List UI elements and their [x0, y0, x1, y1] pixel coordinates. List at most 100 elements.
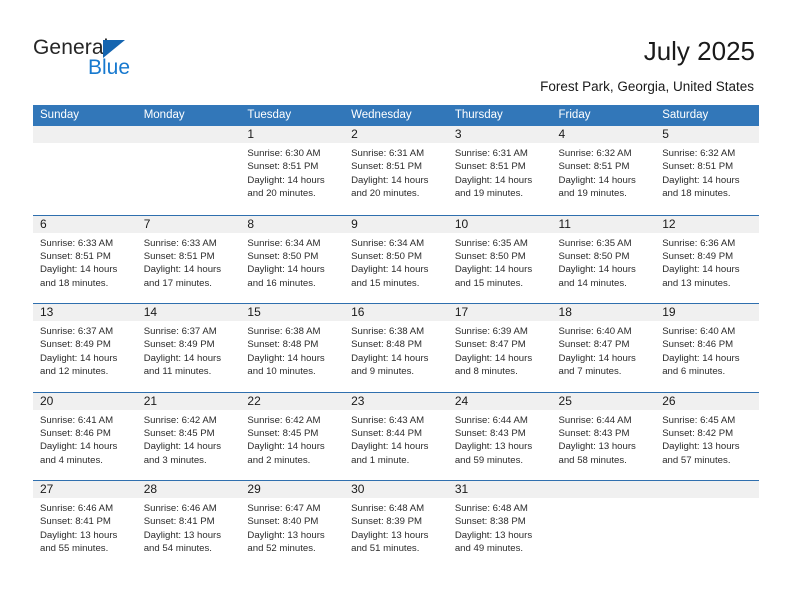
calendar-day-cell[interactable]: 27 Sunrise: 6:46 AM Sunset: 8:41 PM Dayligh… [33, 481, 137, 569]
calendar-day-cell-empty [551, 481, 656, 569]
day-number: 15 [240, 304, 345, 321]
calendar-day-cell[interactable]: 7 Sunrise: 6:33 AM Sunset: 8:51 PM Daylight… [136, 215, 241, 304]
calendar-day-cell[interactable]: 4 Sunrise: 6:32 AM Sunset: 8:51 PM Daylight… [551, 126, 656, 215]
calendar-day-cell[interactable]: 25 Sunrise: 6:44 AM Sunset: 8:43 PM Dayligh… [551, 392, 656, 481]
daylight-text-line1: Daylight: 13 hours [247, 529, 325, 541]
day-number: 28 [136, 481, 241, 498]
calendar-day-cell[interactable]: 31 Sunrise: 6:48 AM Sunset: 8:38 PM Dayligh… [447, 481, 552, 569]
sunrise-text: Sunrise: 6:35 AM [558, 237, 632, 249]
sunset-text: Sunset: 8:51 PM [143, 250, 215, 262]
sunrise-text: Sunrise: 6:31 AM [351, 148, 425, 159]
daylight-text-line2: and 57 minutes. [662, 454, 731, 466]
calendar-day-cell[interactable]: 6 Sunrise: 6:33 AM Sunset: 8:51 PM Daylight… [33, 215, 137, 304]
sunrise-text: Sunrise: 6:37 AM [40, 326, 114, 337]
day-number: 10 [447, 215, 552, 233]
calendar-day-cell[interactable]: 29 Sunrise: 6:47 AM Sunset: 8:40 PM Dayligh… [240, 481, 345, 569]
day-number [655, 481, 759, 498]
calendar-day-cell[interactable]: 22 Sunrise: 6:42 AM Sunset: 8:45 PM Dayligh… [240, 392, 345, 481]
calendar-day-cell[interactable]: 9 Sunrise: 6:34 AM Sunset: 8:50 PM Daylight… [344, 215, 448, 304]
weekday-header-tuesday: Tuesday [247, 109, 292, 121]
sunset-text: Sunset: 8:51 PM [558, 161, 630, 173]
sunset-text: Sunset: 8:40 PM [247, 516, 319, 528]
day-number: 1 [240, 126, 345, 143]
calendar-day-cell[interactable]: 24 Sunrise: 6:44 AM Sunset: 8:43 PM Dayligh… [447, 392, 552, 481]
calendar-day-cell[interactable]: 21 Sunrise: 6:42 AM Sunset: 8:45 PM Dayligh… [136, 392, 241, 481]
daylight-text-line1: Daylight: 14 hours [351, 174, 429, 186]
calendar-grid: Sunday Monday Tuesday Wednesday Thursday… [33, 105, 759, 569]
daylight-text-line1: Daylight: 14 hours [351, 264, 429, 276]
day-number: 24 [447, 392, 552, 410]
calendar-day-cell[interactable]: 11 Sunrise: 6:35 AM Sunset: 8:50 PM Dayligh… [551, 215, 656, 304]
daylight-text-line1: Daylight: 14 hours [662, 352, 740, 364]
daylight-text-line2: and 6 minutes. [662, 366, 726, 378]
sunrise-text: Sunrise: 6:39 AM [454, 326, 528, 337]
calendar-week-row: 1 Sunrise: 6:30 AM Sunset: 8:51 PM Daylight… [33, 126, 759, 215]
day-details: Sunrise: 6:32 AM Sunset: 8:51 PM Daylight:… [552, 143, 656, 201]
weekday-header-monday: Monday [143, 109, 185, 121]
sunset-text: Sunset: 8:50 PM [558, 250, 630, 262]
day-number: 20 [33, 392, 137, 410]
general-blue-logo[interactable]: General Blue [33, 36, 233, 86]
daylight-text-line1: Daylight: 13 hours [454, 441, 533, 453]
sunset-text: Sunset: 8:41 PM [143, 516, 215, 528]
calendar-day-cell[interactable]: 19 Sunrise: 6:40 AM Sunset: 8:46 PM Dayligh… [655, 304, 759, 392]
calendar-day-cell[interactable]: 10 Sunrise: 6:35 AM Sunset: 8:50 PM Dayligh… [447, 215, 552, 304]
daylight-text-line1: Daylight: 14 hours [247, 441, 325, 453]
daylight-text-line1: Daylight: 14 hours [454, 174, 533, 186]
daylight-text-line2: and 20 minutes. [351, 188, 420, 200]
day-number: 27 [33, 481, 137, 498]
daylight-text-line1: Daylight: 13 hours [662, 441, 740, 453]
sunset-text: Sunset: 8:51 PM [40, 250, 111, 262]
calendar-day-cell[interactable]: 5 Sunrise: 6:32 AM Sunset: 8:51 PM Daylight… [655, 126, 759, 215]
sunrise-text: Sunrise: 6:40 AM [558, 326, 632, 337]
sunrise-text: Sunrise: 6:41 AM [40, 414, 114, 426]
sunrise-text: Sunrise: 6:30 AM [247, 148, 321, 159]
calendar-day-cell[interactable]: 13 Sunrise: 6:37 AM Sunset: 8:49 PM Dayligh… [33, 304, 137, 392]
sunrise-text: Sunrise: 6:40 AM [662, 326, 736, 337]
calendar-day-cell[interactable]: 14 Sunrise: 6:37 AM Sunset: 8:49 PM Dayligh… [136, 304, 241, 392]
calendar-day-cell[interactable]: 12 Sunrise: 6:36 AM Sunset: 8:49 PM Dayligh… [655, 215, 759, 304]
daylight-text-line2: and 18 minutes. [662, 188, 731, 200]
weekday-header-sunday: Sunday [40, 109, 80, 121]
sunset-text: Sunset: 8:49 PM [662, 250, 734, 262]
daylight-text-line2: and 12 minutes. [40, 366, 109, 378]
calendar-day-cell[interactable]: 23 Sunrise: 6:43 AM Sunset: 8:44 PM Dayligh… [344, 392, 448, 481]
sunset-text: Sunset: 8:51 PM [247, 161, 319, 173]
daylight-text-line2: and 1 minute. [351, 454, 410, 466]
day-number: 26 [655, 392, 759, 410]
daylight-text-line1: Daylight: 14 hours [662, 174, 740, 186]
calendar-day-cell-empty [33, 126, 137, 215]
sunset-text: Sunset: 8:46 PM [662, 339, 734, 351]
calendar-day-cell[interactable]: 1 Sunrise: 6:30 AM Sunset: 8:51 PM Daylight… [240, 126, 345, 215]
daylight-text-line2: and 4 minutes. [40, 454, 103, 466]
daylight-text-line2: and 59 minutes. [454, 454, 524, 466]
daylight-text-line1: Daylight: 14 hours [40, 264, 118, 276]
weekday-header-row: Sunday Monday Tuesday Wednesday Thursday… [33, 105, 759, 126]
sunrise-text: Sunrise: 6:46 AM [40, 503, 114, 514]
sunrise-text: Sunrise: 6:42 AM [247, 414, 321, 426]
day-number: 8 [240, 215, 345, 233]
sunrise-text: Sunrise: 6:33 AM [143, 237, 217, 249]
calendar-day-cell[interactable]: 28 Sunrise: 6:46 AM Sunset: 8:41 PM Dayligh… [136, 481, 241, 569]
calendar-day-cell[interactable]: 2 Sunrise: 6:31 AM Sunset: 8:51 PM Daylight… [344, 126, 448, 215]
sunset-text: Sunset: 8:46 PM [40, 427, 111, 439]
sunrise-text: Sunrise: 6:45 AM [662, 414, 736, 426]
day-details: Sunrise: 6:47 AM Sunset: 8:40 PM Daylight:… [240, 498, 344, 556]
sunset-text: Sunset: 8:48 PM [351, 339, 423, 351]
daylight-text-line2: and 19 minutes. [558, 188, 627, 200]
calendar-day-cell[interactable]: 18 Sunrise: 6:40 AM Sunset: 8:47 PM Dayligh… [551, 304, 656, 392]
weekday-header-saturday: Saturday [662, 109, 709, 121]
calendar-day-cell[interactable]: 16 Sunrise: 6:38 AM Sunset: 8:48 PM Dayligh… [344, 304, 448, 392]
calendar-day-cell[interactable]: 3 Sunrise: 6:31 AM Sunset: 8:51 PM Daylight… [447, 126, 552, 215]
calendar-day-cell[interactable]: 17 Sunrise: 6:39 AM Sunset: 8:47 PM Dayligh… [447, 304, 552, 392]
sunrise-text: Sunrise: 6:43 AM [351, 414, 425, 426]
calendar-day-cell-empty [655, 481, 759, 569]
calendar-day-cell[interactable]: 20 Sunrise: 6:41 AM Sunset: 8:46 PM Dayligh… [33, 392, 137, 481]
calendar-day-cell[interactable]: 15 Sunrise: 6:38 AM Sunset: 8:48 PM Dayligh… [240, 304, 345, 392]
sunset-text: Sunset: 8:49 PM [143, 339, 215, 351]
calendar-day-cell[interactable]: 30 Sunrise: 6:48 AM Sunset: 8:39 PM Dayligh… [344, 481, 448, 569]
calendar-day-cell[interactable]: 26 Sunrise: 6:45 AM Sunset: 8:42 PM Dayligh… [655, 392, 759, 481]
day-details: Sunrise: 6:37 AM Sunset: 8:49 PM Daylight:… [33, 321, 137, 379]
calendar-day-cell[interactable]: 8 Sunrise: 6:34 AM Sunset: 8:50 PM Daylight… [240, 215, 345, 304]
sunrise-text: Sunrise: 6:47 AM [247, 503, 321, 514]
